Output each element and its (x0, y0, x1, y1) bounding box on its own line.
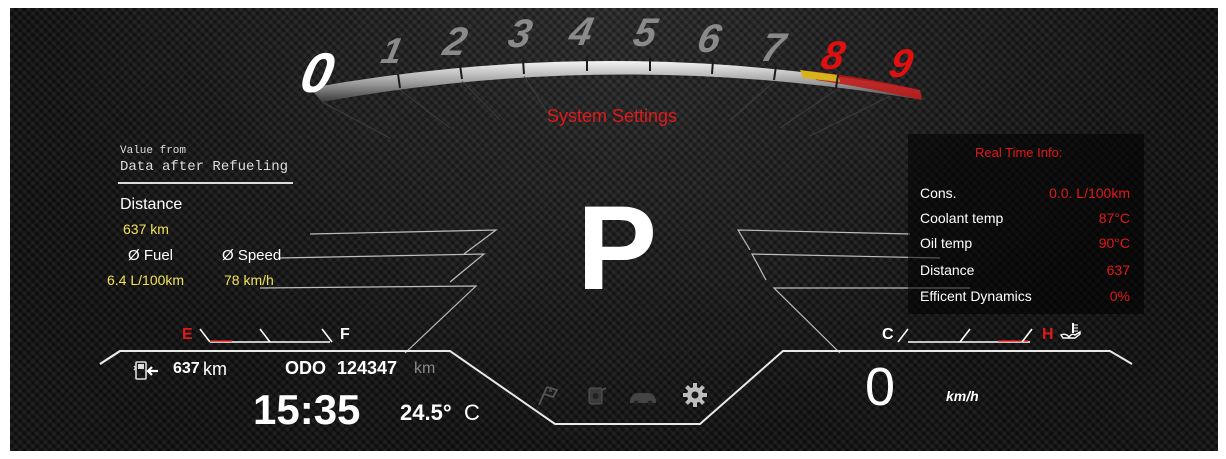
oil-temp-icon (1060, 323, 1081, 339)
fuel-can-icon[interactable] (586, 384, 608, 406)
speed-unit: km/h (946, 388, 979, 404)
info-value-distance: 637 (1106, 262, 1130, 278)
odo-value: 124347 (337, 358, 398, 378)
fuel-gauge-bar (199, 328, 333, 343)
gear-indicator: P (577, 181, 658, 315)
odo-unit: km (414, 360, 436, 377)
left-panel-subheader: Value from (120, 145, 187, 157)
left-motion-lines (259, 229, 498, 354)
fuel-pump-range-icon (133, 361, 158, 380)
info-label-distance: Distance (920, 262, 975, 278)
info-label-efficient-dynamics: Efficent Dynamics (920, 288, 1032, 304)
outside-temp-unit: C (464, 400, 480, 425)
menu-title[interactable]: System Settings (547, 106, 677, 127)
instrument-cluster: 0 1 2 3 4 5 6 7 8 9 System Settings Valu… (10, 8, 1218, 451)
info-label-oil: Oil temp (920, 235, 973, 251)
avg-speed-value: 78 km/h (224, 272, 274, 288)
real-time-info-title: Real Time Info: (975, 145, 1063, 160)
fuel-empty-label: E (182, 326, 193, 343)
gear-icon[interactable] (682, 382, 708, 408)
left-panel-divider (118, 182, 293, 184)
avg-fuel-label: Ø Fuel (128, 247, 174, 264)
speed-value: 0 (865, 357, 896, 417)
clock: 15:35 (253, 386, 361, 433)
left-panel-header: Data after Refueling (120, 159, 289, 175)
avg-speed-label: Ø Speed (222, 247, 282, 264)
info-value-coolant: 87°C (1098, 210, 1130, 226)
temp-gauge-bar (897, 328, 1033, 343)
info-value-oil: 90°C (1098, 235, 1130, 251)
info-value-cons: 0.0. L/100km (1049, 185, 1130, 201)
flag-icon[interactable] (537, 384, 561, 406)
fuel-full-label: F (340, 326, 350, 343)
temp-hot-label: H (1042, 326, 1054, 343)
odo-label: ODO (285, 358, 327, 378)
temp-cold-label: C (882, 326, 894, 343)
car-icon[interactable] (628, 388, 658, 406)
trip-distance-value: 637 km (123, 221, 169, 237)
outside-temp: 24.5° (400, 400, 452, 425)
info-label-cons: Cons. (920, 185, 957, 201)
range-unit: km (203, 359, 227, 379)
info-label-coolant: Coolant temp (920, 210, 1004, 226)
info-value-efficient-dynamics: 0% (1109, 288, 1130, 304)
avg-fuel-value: 6.4 L/100km (107, 272, 185, 288)
range-value: 637 (173, 360, 200, 377)
trip-distance-label: Distance (120, 196, 183, 213)
